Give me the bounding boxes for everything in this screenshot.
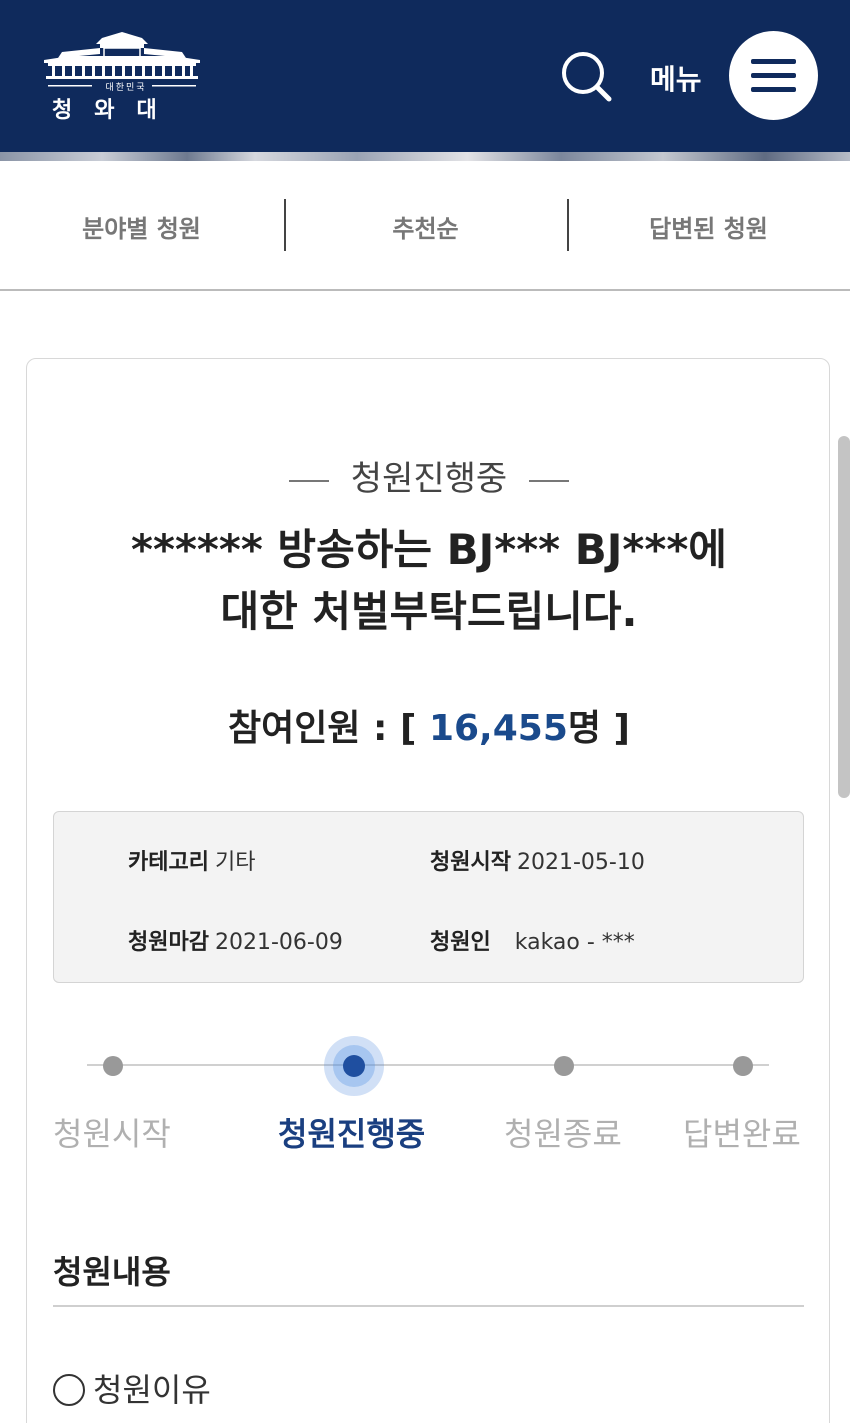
section-divider	[53, 1305, 804, 1307]
petition-title-line-1: ****** 방송하는 BJ*** BJ***에	[131, 525, 727, 574]
status-label: 청원진행중	[350, 459, 508, 499]
step-dot-closed	[554, 1056, 574, 1076]
step-label-answered: 답변완료	[683, 1115, 801, 1153]
step-label-closed: 청원종료	[504, 1115, 622, 1153]
info-category-label: 카테고리	[128, 850, 209, 875]
circle-icon	[53, 1374, 85, 1406]
tab-answered[interactable]: 답변된 청원	[567, 209, 850, 244]
petition-title-line-2: 대한 처벌부탁드립니다.	[220, 587, 638, 636]
tab-by-category[interactable]: 분야별 청원	[0, 209, 283, 244]
step-label-in-progress: 청원진행중	[278, 1115, 426, 1153]
page-scrollbar[interactable]	[838, 436, 850, 798]
info-end-label: 청원마감	[128, 930, 209, 955]
petition-info-box: 카테고리 기타 청원시작 2021-05-10 청원마감 2021-06-09 청원인…	[53, 811, 804, 983]
petition-content-heading: 청원내용	[53, 1253, 171, 1291]
participants-label: 참여인원 : [	[228, 708, 429, 749]
info-petitioner: 청원인 kakao - ***	[430, 924, 635, 956]
petition-tabs: 분야별 청원 추천순 답변된 청원	[0, 161, 850, 291]
menu-label[interactable]: 메뉴	[650, 58, 702, 98]
participants-number: 16,455	[428, 708, 568, 749]
info-start-value: 2021-05-10	[516, 850, 645, 875]
step-label-start: 청원시작	[53, 1115, 171, 1153]
logo-title: 청와대	[52, 98, 179, 123]
petition-title: ****** 방송하는 BJ*** BJ***에 대한 처벌부탁드립니다.	[67, 519, 791, 643]
petition-reason-heading: 청원이유	[53, 1365, 211, 1411]
info-start-date: 청원시작 2021-05-10	[430, 844, 645, 876]
search-icon	[562, 52, 612, 102]
info-petitioner-value: kakao - ***	[514, 930, 635, 955]
info-category-value: 기타	[214, 850, 256, 875]
info-end-value: 2021-06-09	[214, 930, 343, 955]
reason-label: 청원이유	[93, 1371, 211, 1409]
step-dot-start	[103, 1056, 123, 1076]
search-button[interactable]	[558, 48, 614, 104]
info-start-label: 청원시작	[430, 850, 511, 875]
divider-dash	[529, 479, 570, 482]
petition-card: 청원진행중 ****** 방송하는 BJ*** BJ***에 대한 처벌부탁드립…	[26, 358, 830, 1423]
tab-recommended[interactable]: 추천순	[284, 209, 567, 244]
petition-status: 청원진행중	[27, 451, 831, 500]
progress-track	[87, 1064, 769, 1066]
menu-button[interactable]	[729, 31, 818, 120]
divider-dash	[288, 479, 329, 482]
step-dot-in-progress	[343, 1055, 365, 1077]
info-category: 카테고리 기타	[128, 844, 255, 876]
site-header: 대한민국 청와대 메뉴	[0, 0, 850, 152]
participants-unit: 명 ]	[567, 708, 630, 749]
step-dot-answered	[733, 1056, 753, 1076]
participants-count: 참여인원 : [ 16,455명 ]	[27, 699, 831, 751]
info-end-date: 청원마감 2021-06-09	[128, 924, 343, 956]
banner-photo-strip	[0, 152, 850, 161]
info-petitioner-label: 청원인	[430, 930, 491, 955]
